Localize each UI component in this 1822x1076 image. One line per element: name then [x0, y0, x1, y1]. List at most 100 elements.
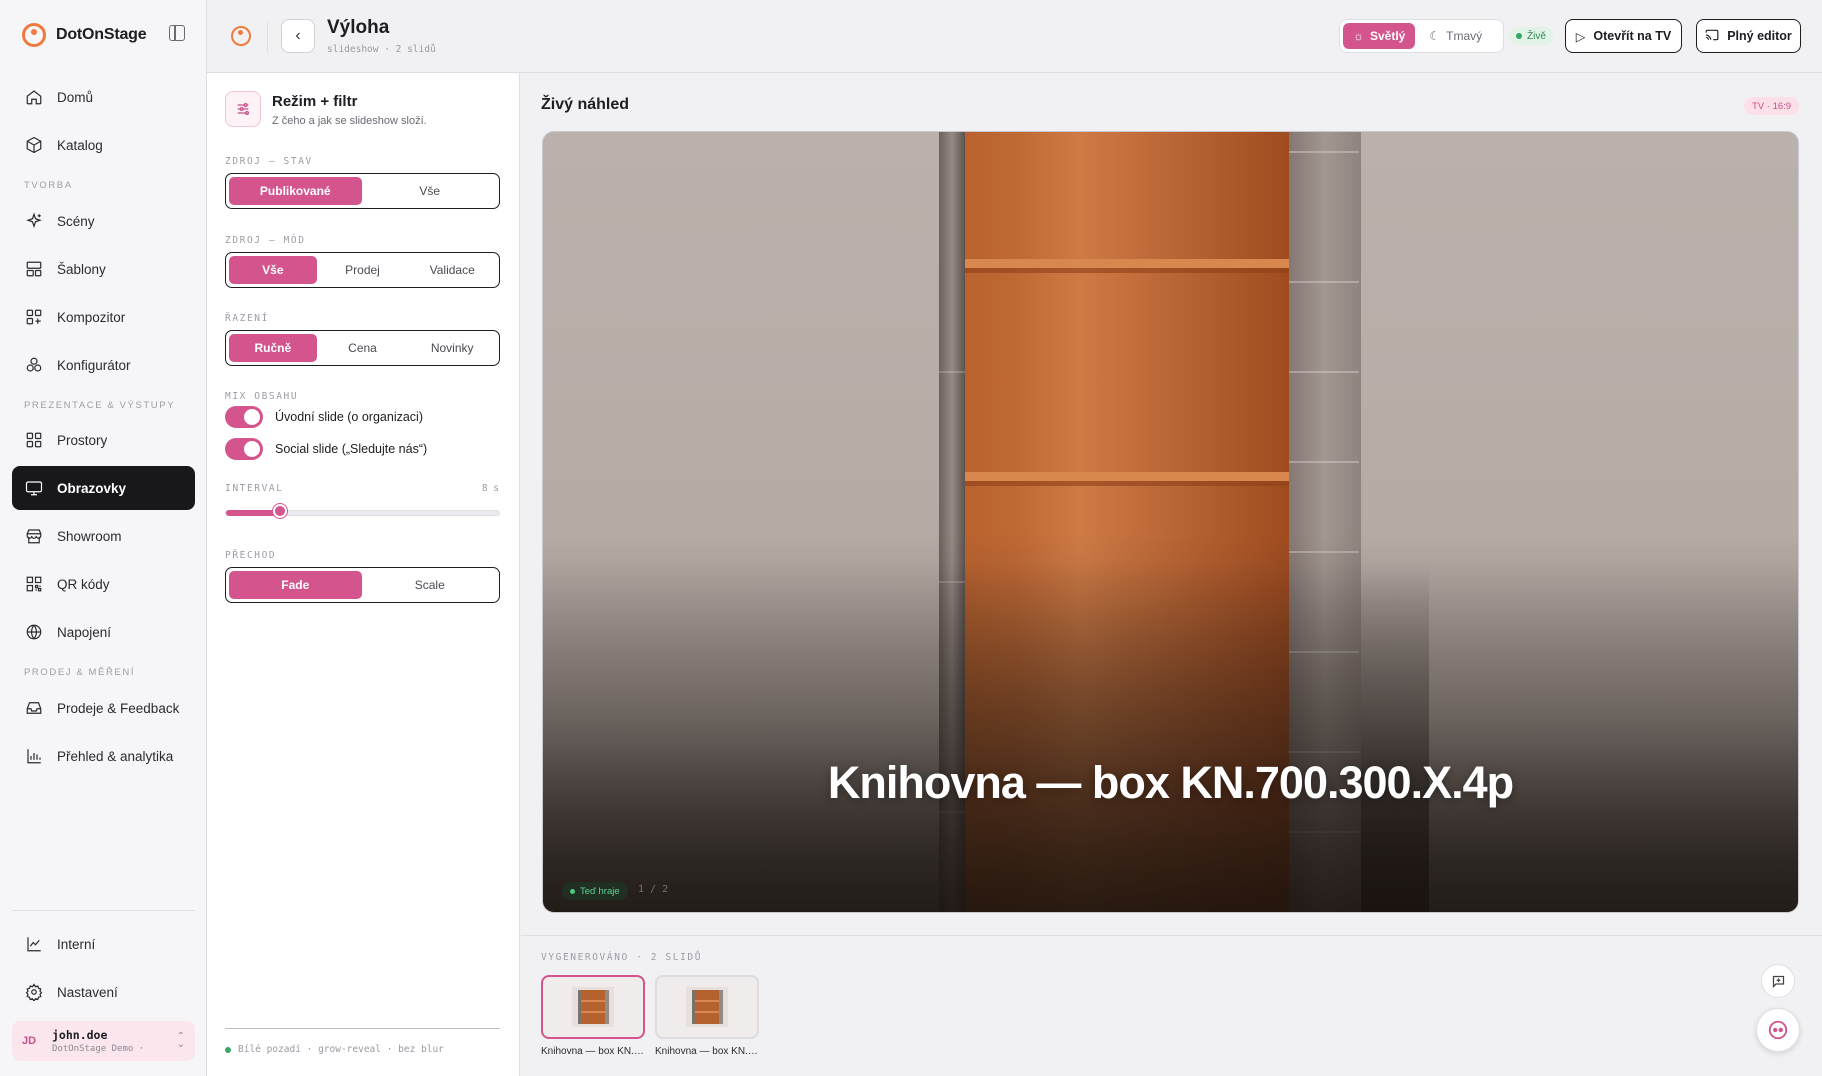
- moon-icon: ☾: [1429, 29, 1441, 43]
- slide-thumbnail-2[interactable]: [655, 975, 759, 1039]
- sidebar-item-configurator[interactable]: Konfigurátor: [12, 343, 195, 387]
- source-mode-label: ZDROJ — MÓD: [225, 235, 306, 246]
- transition-option-scale[interactable]: Scale: [364, 571, 497, 599]
- message-plus-icon: [1772, 975, 1784, 988]
- source-mode-option-sales[interactable]: Prodej: [319, 256, 407, 284]
- sidebar-item-catalog[interactable]: Katalog: [12, 123, 195, 167]
- page-subtitle: slideshow · 2 slidů: [327, 44, 436, 55]
- sidebar-item-label: Scény: [57, 213, 95, 229]
- live-status-badge: Živě: [1509, 27, 1553, 45]
- sort-option-manual[interactable]: Ručně: [229, 334, 317, 362]
- panel-subtitle: Z čeho a jak se slideshow složí.: [272, 115, 427, 127]
- interval-slider-thumb[interactable]: [273, 504, 287, 518]
- sidebar-item-label: Přehled & analytika: [57, 748, 174, 764]
- bar-chart-icon: [25, 747, 43, 765]
- sort-option-newest[interactable]: Novinky: [408, 334, 496, 362]
- thumbnail-image: [572, 987, 614, 1027]
- mix-label: MIX OBSAHU: [225, 391, 299, 402]
- sidebar-item-label: Konfigurátor: [57, 357, 131, 373]
- template-icon: [25, 260, 43, 278]
- settings-panel: Režim + filtr Z čeho a jak se slideshow …: [207, 73, 520, 1076]
- page-title: Výloha: [327, 17, 390, 38]
- assistant-button[interactable]: [1756, 1008, 1800, 1052]
- slides-strip: VYGENEROVÁNO · 2 SLIDŮ Knihovna — box KN…: [521, 935, 1822, 1076]
- sidebar-item-screens[interactable]: Obrazovky: [12, 466, 195, 510]
- nav-section-tvorba: TVORBA: [24, 180, 73, 191]
- interval-slider-track[interactable]: [225, 510, 500, 516]
- sidebar-item-sales-feedback[interactable]: Prodeje & Feedback: [12, 686, 195, 730]
- gear-icon: [25, 983, 43, 1001]
- sidebar-item-settings[interactable]: Nastavení: [12, 970, 195, 1014]
- slide-thumbnail-1[interactable]: [541, 975, 645, 1039]
- theme-light-label: Světlý: [1370, 29, 1406, 43]
- theme-dark-label: Tmavý: [1446, 29, 1483, 43]
- source-state-option-published[interactable]: Publikované: [229, 177, 362, 205]
- sidebar-item-label: Showroom: [57, 528, 122, 544]
- theme-dark-button[interactable]: ☾ Tmavý: [1419, 23, 1492, 49]
- aspect-ratio-badge: TV · 16:9: [1744, 97, 1800, 115]
- feedback-button[interactable]: [1761, 964, 1795, 998]
- sidebar-item-label: Obrazovky: [57, 480, 127, 496]
- mix-intro-toggle[interactable]: [225, 406, 263, 428]
- source-mode-option-validation[interactable]: Validace: [408, 256, 496, 284]
- slides-strip-label: VYGENEROVÁNO · 2 SLIDŮ: [541, 952, 703, 963]
- live-dot-icon: [1516, 33, 1522, 39]
- brand[interactable]: DotOnStage: [22, 22, 147, 48]
- nav-section-prodej: PRODEJ & MĚŘENÍ: [24, 667, 136, 678]
- sidebar-item-label: Kompozitor: [57, 309, 126, 325]
- source-mode-segment: Vše Prodej Validace: [225, 252, 500, 288]
- source-state-option-all[interactable]: Vše: [364, 177, 497, 205]
- sidebar-divider: [12, 910, 195, 911]
- sidebar-item-compositor[interactable]: Kompozitor: [12, 295, 195, 339]
- sidebar-item-label: Domů: [57, 89, 94, 105]
- sidebar-item-internal[interactable]: Interní: [12, 922, 195, 966]
- open-on-tv-button[interactable]: ▷ Otevřít na TV: [1565, 19, 1682, 53]
- collapse-sidebar-icon[interactable]: [169, 25, 185, 41]
- chevron-up-down-icon: ⌃ ⌄: [176, 1031, 185, 1050]
- inbox-icon: [25, 699, 43, 717]
- theme-light-button[interactable]: ☼ Světlý: [1343, 23, 1416, 49]
- header-divider: [267, 22, 268, 52]
- interval-value: 8 s: [481, 483, 499, 494]
- source-mode-option-all[interactable]: Vše: [229, 256, 317, 284]
- transition-option-fade[interactable]: Fade: [229, 571, 362, 599]
- panel-title: Režim + filtr: [272, 93, 358, 110]
- live-status-label: Živě: [1527, 30, 1546, 42]
- sidebar-item-qr[interactable]: QR kódy: [12, 562, 195, 606]
- now-playing-label: Teď hraje: [580, 885, 620, 897]
- full-editor-button[interactable]: Plný editor: [1696, 19, 1801, 53]
- sun-icon: ☼: [1353, 29, 1364, 43]
- panel-divider: [225, 1028, 500, 1029]
- layout-icon: [25, 308, 43, 326]
- brand-name: DotOnStage: [56, 26, 147, 43]
- user-menu[interactable]: JD john.doe DotOnStage Demo · ⌃ ⌄: [12, 1021, 195, 1061]
- sparkles-icon: [25, 212, 43, 230]
- globe-icon: [25, 623, 43, 641]
- play-icon: ▷: [1575, 29, 1586, 44]
- mix-social-label: Social slide („Sledujte nás“): [275, 442, 428, 456]
- sidebar-item-analytics[interactable]: Přehled & analytika: [12, 734, 195, 778]
- sidebar-item-showroom[interactable]: Showroom: [12, 514, 195, 558]
- sidebar-item-label: Napojení: [57, 624, 112, 640]
- mix-social-toggle[interactable]: [225, 438, 263, 460]
- live-preview-stage[interactable]: Knihovna — box KN.700.300.X.4p Teď hraje…: [542, 131, 1799, 913]
- mix-intro-row: Úvodní slide (o organizaci): [225, 406, 423, 428]
- theme-toggle: ☼ Světlý ☾ Tmavý: [1339, 19, 1504, 53]
- sort-option-price[interactable]: Cena: [319, 334, 407, 362]
- top-bar: ‹ Výloha slideshow · 2 slidů ☼ Světlý ☾ …: [207, 0, 1822, 73]
- source-state-segment: Publikované Vše: [225, 173, 500, 209]
- sidebar-item-spaces[interactable]: Prostory: [12, 418, 195, 462]
- source-state-label: ZDROJ — STAV: [225, 156, 313, 167]
- sidebar-item-templates[interactable]: Šablony: [12, 247, 195, 291]
- sidebar-item-scenes[interactable]: Scény: [12, 199, 195, 243]
- panel-footer-text: Bílé pozadí · grow-reveal · bez blur: [238, 1044, 444, 1055]
- grid-icon: [25, 431, 43, 449]
- mix-social-row: Social slide („Sledujte nás“): [225, 438, 427, 460]
- box-icon: [25, 136, 43, 154]
- transition-label: PŘECHOD: [225, 550, 277, 561]
- sidebar-item-connections[interactable]: Napojení: [12, 610, 195, 654]
- preview-title: Živý náhled: [541, 96, 630, 113]
- sidebar-item-home[interactable]: Domů: [12, 75, 195, 119]
- back-button[interactable]: ‹: [281, 19, 315, 53]
- slide-caption: Knihovna — box KN.700.300.X.4p: [827, 757, 1514, 808]
